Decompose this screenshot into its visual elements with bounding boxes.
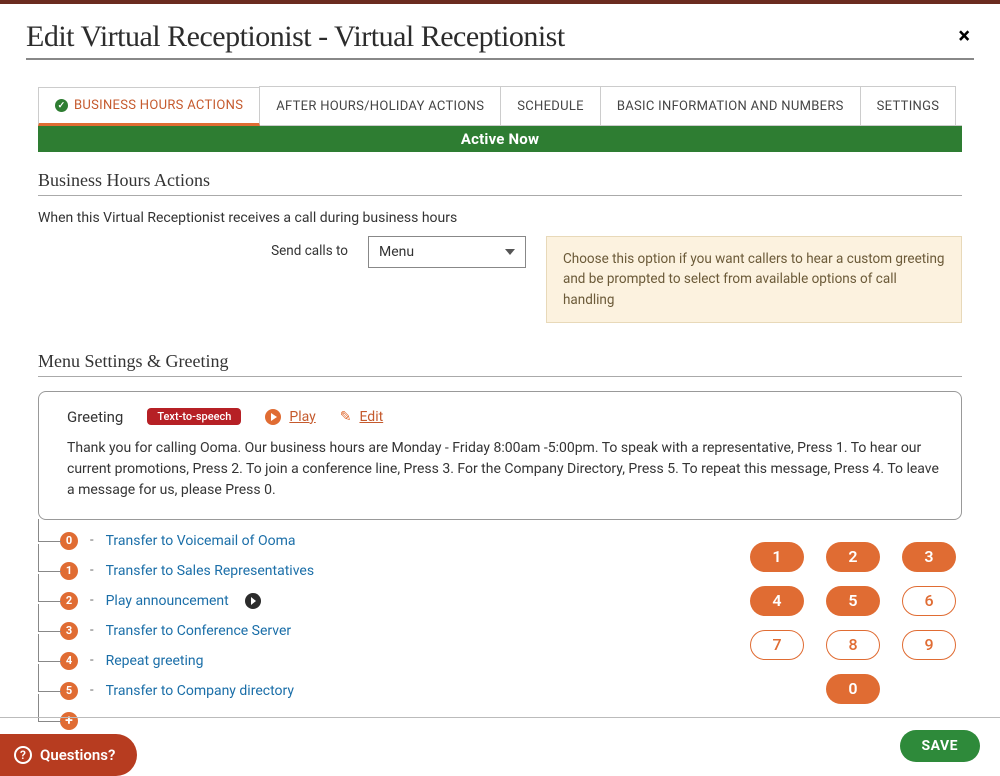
intro-text: When this Virtual Receptionist receives … <box>38 210 962 226</box>
tab-settings[interactable]: SETTINGS <box>860 86 957 125</box>
tts-badge: Text-to-speech <box>147 408 241 425</box>
menu-row-link[interactable]: Transfer to Company directory <box>106 683 294 699</box>
menu-row-1: 1-Transfer to Sales Representatives <box>60 556 730 586</box>
dash: - <box>90 653 94 668</box>
section-title-business-hours: Business Hours Actions <box>38 170 962 196</box>
keypad-7[interactable]: 7 <box>750 630 804 660</box>
tab-label: BASIC INFORMATION AND NUMBERS <box>617 99 844 114</box>
play-icon <box>265 409 281 425</box>
row-target: Sales Representatives <box>177 563 314 579</box>
keypad-2[interactable]: 2 <box>826 542 880 572</box>
menu-row-link[interactable]: Repeat greeting <box>106 653 204 669</box>
dash: - <box>90 563 94 578</box>
question-icon: ? <box>14 746 32 764</box>
row-prefix: Transfer to Voicemail of <box>106 533 258 549</box>
menu-row-link[interactable]: Transfer to Voicemail of Ooma <box>106 533 296 549</box>
menu-row-link[interactable]: Play announcement <box>106 593 229 609</box>
greeting-label: Greeting <box>67 408 123 426</box>
tab-basic-info[interactable]: BASIC INFORMATION AND NUMBERS <box>600 86 861 125</box>
pencil-icon: ✎ <box>340 409 352 425</box>
menu-row-link[interactable]: Transfer to Conference Server <box>106 623 292 639</box>
page-title: Edit Virtual Receptionist - Virtual Rece… <box>26 20 565 54</box>
tab-label: SCHEDULE <box>517 99 584 114</box>
tab-label: AFTER HOURS/HOLIDAY ACTIONS <box>276 99 484 114</box>
tabs: BUSINESS HOURS ACTIONS AFTER HOURS/HOLID… <box>38 86 962 126</box>
help-text: Choose this option if you want callers t… <box>546 236 962 323</box>
check-icon <box>55 99 68 112</box>
tab-business-hours-actions[interactable]: BUSINESS HOURS ACTIONS <box>38 87 260 126</box>
dash: - <box>90 683 94 698</box>
keypad-9[interactable]: 9 <box>902 630 956 660</box>
row-prefix: Transfer to <box>106 563 177 579</box>
questions-button[interactable]: ? Questions? <box>0 734 137 776</box>
send-calls-label: Send calls to <box>38 236 348 259</box>
dash: - <box>90 593 94 608</box>
tab-label: SETTINGS <box>877 99 940 114</box>
questions-label: Questions? <box>40 746 115 764</box>
keypad-1[interactable]: 1 <box>750 542 804 572</box>
dash: - <box>90 533 94 548</box>
menu-row-2: 2-Play announcement <box>60 586 730 616</box>
keypad-0[interactable]: 0 <box>826 674 880 704</box>
chevron-down-icon <box>505 249 515 255</box>
row-target: Ooma <box>258 533 296 549</box>
digit-badge: 4 <box>60 652 78 670</box>
digit-badge: 1 <box>60 562 78 580</box>
tab-after-hours[interactable]: AFTER HOURS/HOLIDAY ACTIONS <box>259 86 501 125</box>
menu-row-3: 3-Transfer to Conference Server <box>60 616 730 646</box>
keypad-3[interactable]: 3 <box>902 542 956 572</box>
digit-badge: 2 <box>60 592 78 610</box>
keypad: 123 456 7890 <box>750 526 962 704</box>
keypad-5[interactable]: 5 <box>826 586 880 616</box>
play-greeting-button[interactable]: Play <box>265 409 315 425</box>
edit-label: Edit <box>359 409 383 425</box>
keypad-6[interactable]: 6 <box>902 586 956 616</box>
save-button[interactable]: SAVE <box>900 730 981 762</box>
row-prefix: Transfer to Company directory <box>106 683 294 699</box>
section-title-menu-settings: Menu Settings & Greeting <box>38 351 962 377</box>
digit-badge: 5 <box>60 682 78 700</box>
menu-row-0: 0-Transfer to Voicemail of Ooma <box>60 526 730 556</box>
dash: - <box>90 623 94 638</box>
keypad-8[interactable]: 8 <box>826 630 880 660</box>
menu-row-link[interactable]: Transfer to Sales Representatives <box>106 563 314 579</box>
digit-badge: 3 <box>60 622 78 640</box>
close-icon[interactable]: × <box>954 20 974 49</box>
tab-label: BUSINESS HOURS ACTIONS <box>74 98 243 113</box>
play-announcement-icon[interactable] <box>245 593 261 609</box>
greeting-body: Thank you for calling Ooma. Our business… <box>67 438 941 501</box>
row-prefix: Repeat greeting <box>106 653 204 669</box>
row-prefix: Transfer to Conference Server <box>106 623 292 639</box>
footer: ? Questions? SAVE <box>0 717 1000 776</box>
digit-badge: 0 <box>60 532 78 550</box>
menu-rows: 0-Transfer to Voicemail of Ooma1-Transfe… <box>38 526 730 736</box>
greeting-card: Greeting Text-to-speech Play ✎ Edit Than… <box>38 391 962 520</box>
active-now-banner: Active Now <box>38 126 962 152</box>
title-divider <box>26 58 974 60</box>
edit-greeting-button[interactable]: ✎ Edit <box>340 409 383 425</box>
tab-schedule[interactable]: SCHEDULE <box>500 86 601 125</box>
keypad-4[interactable]: 4 <box>750 586 804 616</box>
menu-row-4: 4-Repeat greeting <box>60 646 730 676</box>
send-calls-select[interactable]: Menu <box>368 236 526 268</box>
menu-row-5: 5-Transfer to Company directory <box>60 676 730 706</box>
play-label: Play <box>289 409 315 425</box>
select-value: Menu <box>379 244 414 260</box>
row-prefix: Play announcement <box>106 593 229 609</box>
